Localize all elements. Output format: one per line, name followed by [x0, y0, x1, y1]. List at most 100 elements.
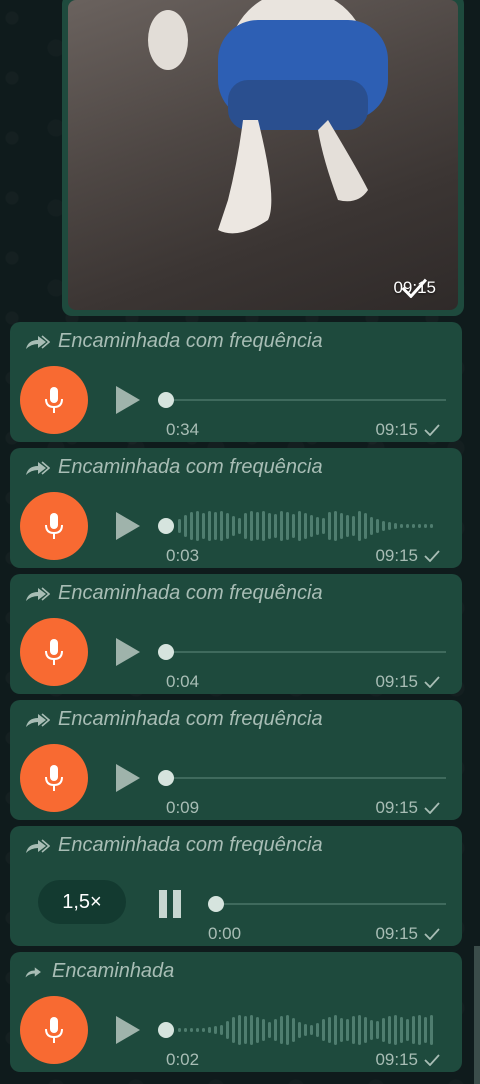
audio-duration: 0:02: [166, 1050, 200, 1069]
waveform-bar: [178, 1028, 181, 1032]
waveform-bar: [184, 515, 187, 537]
waveform-bar: [340, 513, 343, 539]
mic-avatar: [20, 996, 88, 1064]
microphone-icon: [45, 513, 63, 539]
waveform-bar: [238, 518, 241, 534]
waveform-bar: [400, 1017, 403, 1043]
audio-progress-track[interactable]: [158, 651, 446, 653]
play-icon[interactable]: [114, 1014, 142, 1046]
waveform-bar: [424, 1017, 427, 1043]
waveform-bar: [316, 517, 319, 535]
audio-duration: 0:09: [166, 798, 200, 817]
audio-progress-knob[interactable]: [158, 392, 174, 408]
waveform-bar: [394, 523, 397, 529]
waveform-bar: [178, 519, 181, 533]
forwarded-label: Encaminhada com frequência: [24, 834, 323, 857]
audio-progress-track[interactable]: [210, 903, 446, 905]
forwarded-many-icon: [26, 712, 50, 727]
forwarded-label: Encaminhada: [24, 960, 174, 983]
pause-icon[interactable]: [156, 888, 184, 920]
waveform-bar: [262, 1019, 265, 1041]
waveform-bar: [256, 1017, 259, 1043]
forwarded-many-icon: [26, 460, 50, 475]
mic-avatar: [20, 744, 88, 812]
waveform-bar: [418, 1015, 421, 1045]
waveform-bar: [292, 514, 295, 538]
waveform-bar: [412, 1016, 415, 1044]
image-message[interactable]: 09:15: [62, 0, 464, 316]
waveform-bar: [376, 1021, 379, 1039]
waveform-bar: [310, 515, 313, 537]
waveform-bar: [268, 1022, 271, 1038]
audio-waveform[interactable]: [174, 1008, 446, 1052]
sent-check-icon: [424, 802, 440, 814]
audio-progress-knob[interactable]: [208, 896, 224, 912]
waveform-bar: [244, 1016, 247, 1044]
playback-speed-button[interactable]: 1,5×: [38, 880, 126, 924]
waveform-bar: [184, 1028, 187, 1032]
play-icon[interactable]: [114, 636, 142, 668]
waveform-bar: [388, 1016, 391, 1044]
voice-message[interactable]: Encaminhada com frequência 0:34 09:15: [10, 322, 462, 442]
voice-message[interactable]: Encaminhada com frequência 0:03 09:15: [10, 448, 462, 568]
voice-message[interactable]: Encaminhada com frequência 0:04 09:15: [10, 574, 462, 694]
waveform-bar: [250, 511, 253, 541]
forwarded-label: Encaminhada com frequência: [24, 582, 323, 605]
waveform-bar: [346, 1019, 349, 1041]
waveform-bar: [226, 1021, 229, 1039]
audio-duration: 0:00: [208, 924, 242, 943]
image-timestamp: 09:15: [393, 278, 436, 298]
audio-progress-knob[interactable]: [158, 518, 174, 534]
waveform-bar: [220, 1025, 223, 1035]
waveform-bar: [220, 511, 223, 541]
waveform-bar: [286, 512, 289, 540]
audio-progress-knob[interactable]: [158, 644, 174, 660]
waveform-bar: [358, 511, 361, 541]
audio-progress-knob[interactable]: [158, 1022, 174, 1038]
voice-message[interactable]: Encaminhada com frequência 0:09 09:15: [10, 700, 462, 820]
scrollbar[interactable]: [474, 946, 480, 1084]
waveform-bar: [352, 1016, 355, 1044]
waveform-bar: [238, 1015, 241, 1045]
waveform-bar: [190, 512, 193, 540]
waveform-bar: [274, 1019, 277, 1041]
message-timestamp: 09:15: [375, 924, 440, 944]
audio-duration: 0:04: [166, 672, 200, 691]
play-icon[interactable]: [114, 510, 142, 542]
audio-waveform[interactable]: [174, 504, 446, 548]
voice-message[interactable]: Encaminhada 0:02 09:15: [10, 952, 462, 1072]
waveform-bar: [406, 524, 409, 528]
mic-avatar: [20, 618, 88, 686]
microphone-icon: [45, 765, 63, 791]
audio-progress-knob[interactable]: [158, 770, 174, 786]
waveform-bar: [196, 1028, 199, 1032]
message-timestamp: 09:15: [375, 420, 440, 440]
waveform-bar: [232, 1017, 235, 1043]
sent-check-icon: [424, 1054, 440, 1066]
dog-photo[interactable]: 09:15: [68, 0, 458, 310]
waveform-bar: [406, 1019, 409, 1041]
forwarded-icon: [25, 966, 41, 977]
waveform-bar: [292, 1018, 295, 1042]
waveform-bar: [352, 516, 355, 536]
waveform-bar: [424, 524, 427, 528]
audio-progress-track[interactable]: [158, 777, 446, 779]
waveform-bar: [412, 524, 415, 528]
audio-progress-track[interactable]: [158, 399, 446, 401]
play-icon[interactable]: [114, 762, 142, 794]
forwarded-label: Encaminhada com frequência: [24, 456, 323, 479]
waveform-bar: [232, 516, 235, 536]
waveform-bar: [256, 512, 259, 540]
waveform-bar: [358, 1015, 361, 1045]
waveform-bar: [370, 517, 373, 535]
waveform-bar: [322, 1019, 325, 1041]
forwarded-many-icon: [26, 334, 50, 349]
waveform-bar: [214, 1026, 217, 1034]
mic-avatar: [20, 366, 88, 434]
waveform-bar: [328, 1017, 331, 1043]
voice-message[interactable]: Encaminhada com frequência 1,5× 0:00 09:…: [10, 826, 462, 946]
waveform-bar: [346, 515, 349, 537]
waveform-bar: [280, 1016, 283, 1044]
play-icon[interactable]: [114, 384, 142, 416]
mic-avatar: [20, 492, 88, 560]
